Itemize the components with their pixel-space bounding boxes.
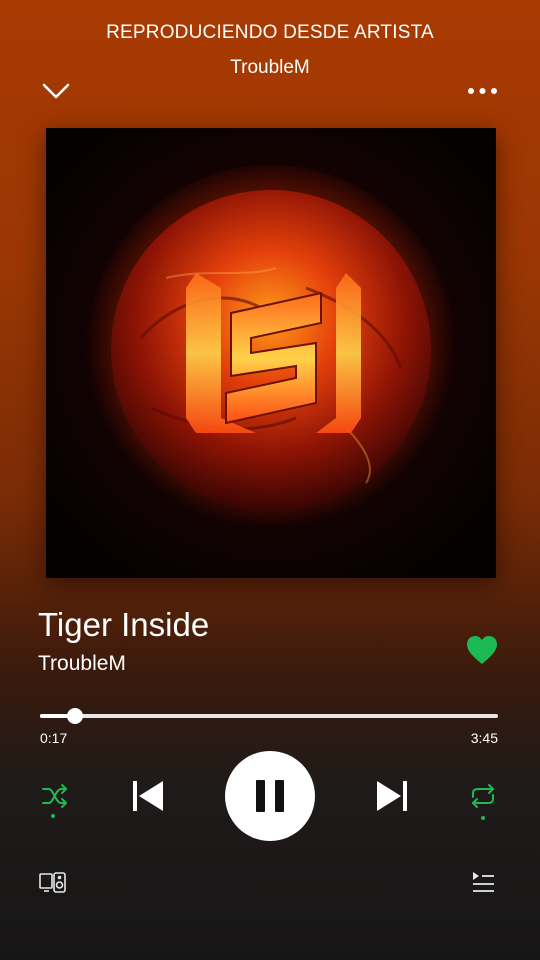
header-context-name[interactable]: TroubleM (0, 57, 540, 79)
heart-icon (467, 636, 497, 664)
pause-icon (256, 780, 284, 812)
track-title[interactable]: Tiger Inside (38, 606, 209, 644)
chevron-down-icon (42, 83, 70, 99)
like-button[interactable] (465, 634, 499, 666)
queue-icon (473, 872, 494, 892)
shuffle-active-dot (51, 814, 55, 818)
shuffle-button[interactable] (40, 782, 70, 820)
header-context-label: REPRODUCIENDO DESDE ARTISTA (106, 22, 434, 43)
progress-bar[interactable] (40, 708, 498, 724)
devices-icon (39, 872, 66, 893)
collapse-button[interactable] (40, 78, 72, 104)
repeat-active-dot (481, 816, 485, 820)
queue-button[interactable] (470, 870, 496, 896)
previous-button[interactable] (130, 778, 166, 814)
skip-next-icon (377, 781, 407, 811)
album-art (46, 128, 496, 578)
more-icon (468, 88, 497, 94)
repeat-icon (472, 784, 494, 808)
repeat-button[interactable] (468, 782, 498, 822)
shuffle-icon (42, 784, 67, 808)
next-button[interactable] (374, 778, 410, 814)
time-total: 3:45 (470, 730, 498, 746)
progress-thumb[interactable] (66, 708, 83, 724)
track-artist[interactable]: TroubleM (38, 652, 126, 676)
time-elapsed: 0:17 (40, 730, 68, 746)
skip-previous-icon (133, 781, 163, 811)
album-art-image (46, 128, 496, 578)
more-options-button[interactable] (466, 82, 500, 100)
connect-devices-button[interactable] (38, 870, 68, 896)
pause-button[interactable] (225, 751, 315, 841)
